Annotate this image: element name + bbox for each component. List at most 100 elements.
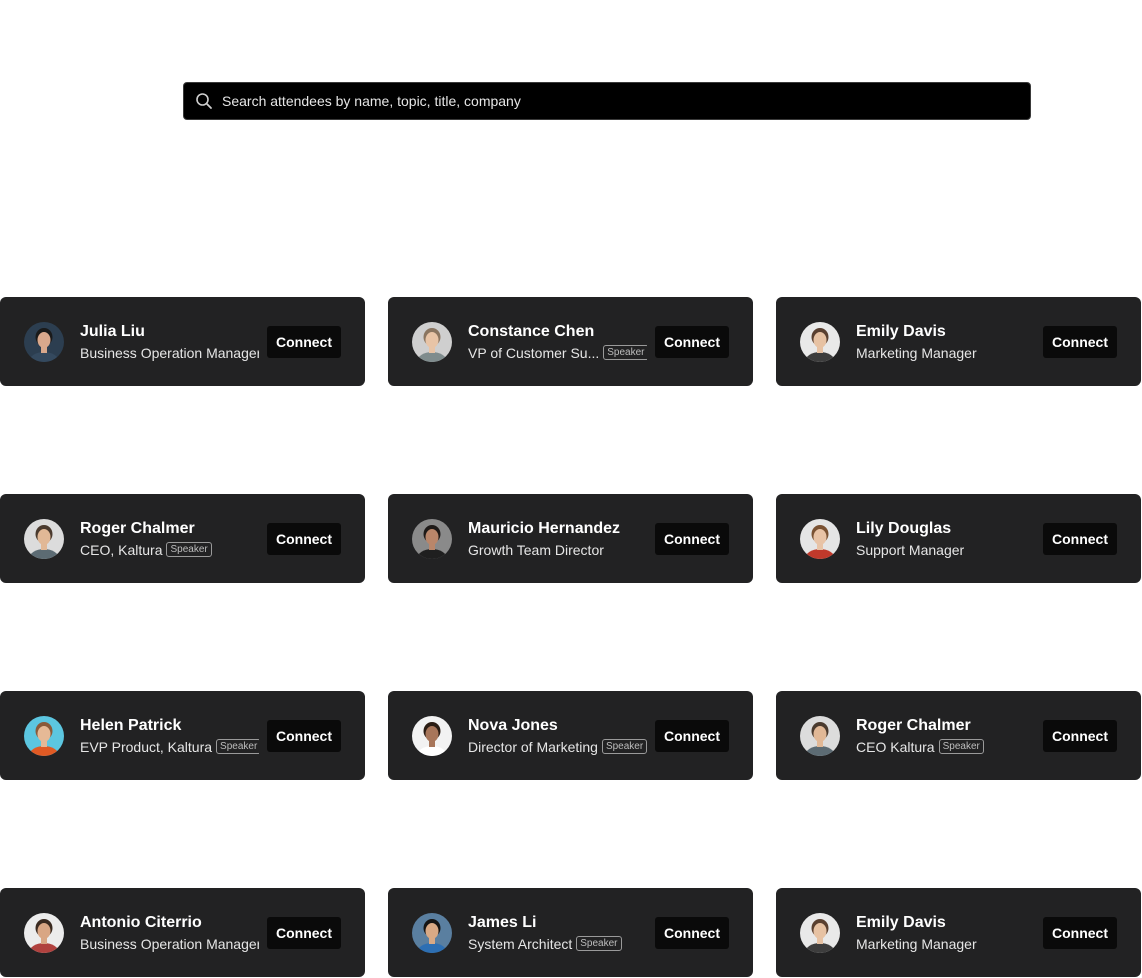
avatar: [800, 715, 840, 756]
attendee-title-row: EVP Product, Kaltura Speaker: [80, 738, 259, 756]
person-avatar-icon: [800, 912, 840, 953]
search-icon: [195, 92, 213, 110]
person-avatar-icon: [24, 321, 64, 362]
attendee-info: James Li System Architect Speaker: [468, 913, 647, 953]
connect-button[interactable]: Connect: [1043, 916, 1117, 949]
attendee-title-row: VP of Customer Su... Speaker: [468, 344, 647, 362]
attendee-title: System Architect: [468, 935, 573, 952]
attendee-title-row: Business Operation Manager: [80, 935, 259, 953]
search-bar[interactable]: [183, 82, 1031, 120]
attendee-name: Julia Liu: [80, 322, 145, 340]
attendee-title: Marketing Manager: [856, 935, 977, 952]
attendee-info: Nova Jones Director of Marketing Speaker: [468, 716, 647, 756]
attendee-name: Emily Davis: [856, 322, 946, 340]
attendee-title: Marketing Manager: [856, 344, 977, 361]
attendee-info: Emily Davis Marketing Manager: [856, 322, 1035, 362]
connect-button[interactable]: Connect: [267, 325, 341, 358]
attendee-title: CEO, Kaltura: [80, 541, 163, 558]
avatar: [800, 518, 840, 559]
avatar: [412, 321, 452, 362]
avatar: [412, 715, 452, 756]
avatar: [412, 912, 452, 953]
avatar: [24, 912, 64, 953]
speaker-badge: Speaker: [216, 739, 259, 754]
attendee-info: Mauricio Hernandez Growth Team Director: [468, 519, 647, 559]
attendee-title-row: Growth Team Director: [468, 541, 647, 559]
attendee-title: Growth Team Director: [468, 541, 604, 558]
attendee-info: Lily Douglas Support Manager: [856, 519, 1035, 559]
attendee-card[interactable]: Mauricio Hernandez Growth Team Director Co…: [388, 494, 753, 583]
connect-button[interactable]: Connect: [267, 916, 341, 949]
attendee-name: Constance Chen: [468, 322, 595, 340]
avatar: [24, 321, 64, 362]
attendee-info: Constance Chen VP of Customer Su... Speake…: [468, 322, 647, 362]
attendee-name: Antonio Citerrio: [80, 913, 202, 931]
attendee-title: Business Operation Manager: [80, 935, 259, 952]
person-avatar-icon: [412, 518, 452, 559]
person-avatar-icon: [800, 518, 840, 559]
attendee-name: James Li: [468, 913, 537, 931]
attendee-name: Roger Chalmer: [80, 519, 195, 537]
speaker-badge: Speaker: [938, 739, 984, 754]
attendee-title-row: Marketing Manager: [856, 344, 1035, 362]
avatar: [800, 912, 840, 953]
connect-button[interactable]: Connect: [1043, 719, 1117, 752]
connect-button[interactable]: Connect: [1043, 325, 1117, 358]
avatar: [412, 518, 452, 559]
attendee-name: Mauricio Hernandez: [468, 519, 621, 537]
attendee-card[interactable]: Roger Chalmer CEO, Kaltura Speaker Connect: [0, 494, 365, 583]
attendee-card[interactable]: James Li System Architect Speaker Connect: [388, 888, 753, 977]
person-avatar-icon: [24, 518, 64, 559]
person-avatar-icon: [412, 321, 452, 362]
attendee-card[interactable]: Nova Jones Director of Marketing Speaker Co…: [388, 691, 753, 780]
person-avatar-icon: [24, 912, 64, 953]
attendee-info: Antonio Citerrio Business Operation Manag…: [80, 913, 259, 953]
attendee-title: Director of Marketing: [468, 738, 598, 755]
attendee-card[interactable]: Lily Douglas Support Manager Connect: [776, 494, 1141, 583]
connect-button[interactable]: Connect: [655, 522, 729, 555]
speaker-badge: Speaker: [603, 345, 647, 360]
connect-button[interactable]: Connect: [655, 916, 729, 949]
attendee-name: Lily Douglas: [856, 519, 952, 537]
person-avatar-icon: [24, 715, 64, 756]
attendee-info: Emily Davis Marketing Manager: [856, 913, 1035, 953]
attendee-title-row: System Architect Speaker: [468, 935, 647, 953]
attendee-card[interactable]: Julia Liu Business Operation Manager Conne…: [0, 297, 365, 386]
speaker-badge: Speaker: [601, 739, 647, 754]
person-avatar-icon: [800, 321, 840, 362]
attendee-name: Roger Chalmer: [856, 716, 971, 734]
connect-button[interactable]: Connect: [267, 522, 341, 555]
person-avatar-icon: [800, 715, 840, 756]
attendee-card[interactable]: Antonio Citerrio Business Operation Manag…: [0, 888, 365, 977]
attendee-title-row: Support Manager: [856, 541, 1035, 559]
attendee-title: Support Manager: [856, 541, 965, 558]
attendee-card[interactable]: Constance Chen VP of Customer Su... Speake…: [388, 297, 753, 386]
attendee-card[interactable]: Roger Chalmer CEO Kaltura Speaker Connect: [776, 691, 1141, 780]
connect-button[interactable]: Connect: [655, 719, 729, 752]
attendee-card[interactable]: Emily Davis Marketing Manager Connect: [776, 297, 1141, 386]
avatar: [800, 321, 840, 362]
attendee-title-row: CEO Kaltura Speaker: [856, 738, 1035, 756]
attendee-title: Business Operation Manager: [80, 344, 259, 361]
attendee-title-row: CEO, Kaltura Speaker: [80, 541, 259, 559]
attendee-card[interactable]: Helen Patrick EVP Product, Kaltura Speaker…: [0, 691, 365, 780]
connect-button[interactable]: Connect: [655, 325, 729, 358]
attendee-info: Julia Liu Business Operation Manager: [80, 322, 259, 362]
attendee-name: Nova Jones: [468, 716, 558, 734]
speaker-badge: Speaker: [576, 936, 622, 951]
attendee-info: Roger Chalmer CEO, Kaltura Speaker: [80, 519, 259, 559]
attendee-name: Helen Patrick: [80, 716, 182, 734]
search-input[interactable]: [222, 83, 1030, 119]
attendee-info: Roger Chalmer CEO Kaltura Speaker: [856, 716, 1035, 756]
attendee-card[interactable]: Emily Davis Marketing Manager Connect: [776, 888, 1141, 977]
attendee-name: Emily Davis: [856, 913, 946, 931]
attendee-title-row: Marketing Manager: [856, 935, 1035, 953]
attendee-title-row: Business Operation Manager: [80, 344, 259, 362]
attendee-info: Helen Patrick EVP Product, Kaltura Speaker: [80, 716, 259, 756]
avatar: [24, 518, 64, 559]
speaker-badge: Speaker: [166, 542, 212, 557]
attendee-title-row: Director of Marketing Speaker: [468, 738, 647, 756]
avatar: [24, 715, 64, 756]
connect-button[interactable]: Connect: [1043, 522, 1117, 555]
connect-button[interactable]: Connect: [267, 719, 341, 752]
